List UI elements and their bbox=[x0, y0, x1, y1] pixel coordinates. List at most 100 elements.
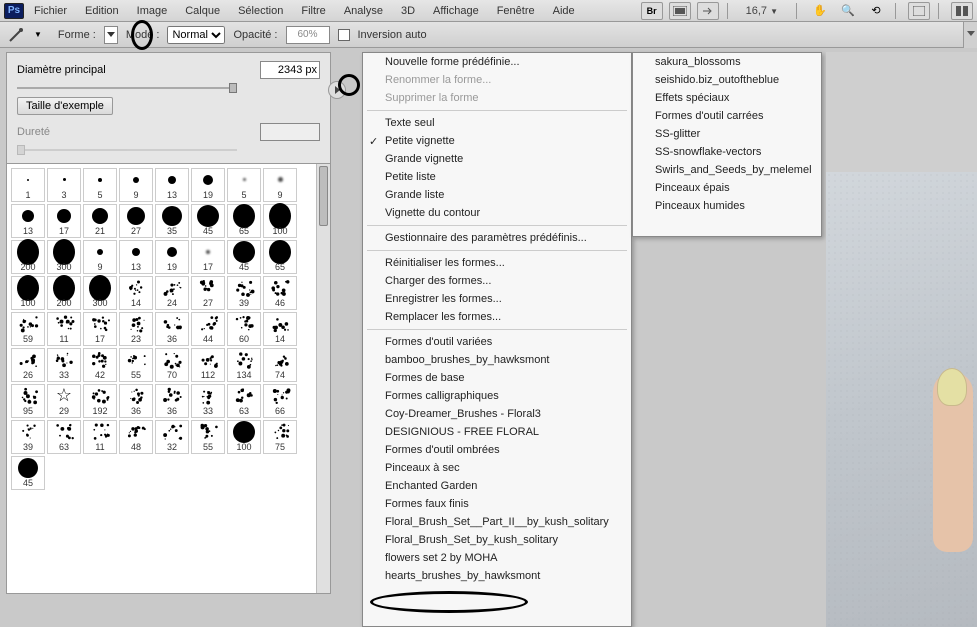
brush-preset[interactable]: 35 bbox=[155, 204, 189, 238]
menu-image[interactable]: Image bbox=[129, 3, 176, 19]
brush-picker-dropdown[interactable] bbox=[104, 26, 118, 44]
brush-preset[interactable]: 24 bbox=[155, 276, 189, 310]
brush-preset[interactable]: 14 bbox=[263, 312, 297, 346]
brush-preset[interactable]: 14 bbox=[119, 276, 153, 310]
menu-item[interactable]: ✓Petite vignette bbox=[363, 132, 631, 150]
hand-icon[interactable]: ✋ bbox=[809, 2, 831, 20]
brush-preset[interactable]: 11 bbox=[83, 420, 117, 454]
brush-preset[interactable]: 63 bbox=[227, 384, 261, 418]
brush-preset[interactable]: 21 bbox=[83, 204, 117, 238]
brush-preset[interactable]: 45 bbox=[11, 456, 45, 490]
brush-preset[interactable]: 9 bbox=[119, 168, 153, 202]
brush-preset[interactable]: 39 bbox=[227, 276, 261, 310]
menu-item[interactable]: Effets spéciaux bbox=[633, 89, 821, 107]
diameter-input[interactable] bbox=[260, 61, 320, 79]
menu-analyse[interactable]: Analyse bbox=[336, 3, 391, 19]
menu-item[interactable]: Petite liste bbox=[363, 168, 631, 186]
brush-preset[interactable]: 36 bbox=[155, 384, 189, 418]
inversion-checkbox[interactable] bbox=[338, 29, 350, 41]
brush-preset[interactable]: 48 bbox=[119, 420, 153, 454]
brush-preset[interactable]: 45 bbox=[227, 240, 261, 274]
brush-preset[interactable]: 17 bbox=[47, 204, 81, 238]
menu-3d[interactable]: 3D bbox=[393, 3, 423, 19]
menu-item[interactable]: Pinceaux humides bbox=[633, 197, 821, 215]
brush-preset[interactable]: 112 bbox=[191, 348, 225, 382]
brush-preset[interactable]: 13 bbox=[11, 204, 45, 238]
menu-item[interactable]: seishido.biz_outoftheblue bbox=[633, 71, 821, 89]
brush-preset[interactable]: 17 bbox=[83, 312, 117, 346]
brush-preset[interactable]: 74 bbox=[263, 348, 297, 382]
bridge-icon[interactable]: Br bbox=[641, 2, 663, 20]
brush-preset[interactable]: 42 bbox=[83, 348, 117, 382]
menu-item[interactable]: DESIGNIOUS - FREE FLORAL bbox=[363, 423, 631, 441]
brush-preset[interactable]: 100 bbox=[227, 420, 261, 454]
brush-preset[interactable]: 55 bbox=[119, 348, 153, 382]
brush-preset[interactable]: 9 bbox=[83, 240, 117, 274]
menu-item[interactable]: Formes d'outil carrées bbox=[633, 107, 821, 125]
brush-preset[interactable]: 5 bbox=[227, 168, 261, 202]
brush-preset[interactable]: 100 bbox=[11, 276, 45, 310]
menu-item[interactable]: Grande vignette bbox=[363, 150, 631, 168]
brush-preset[interactable]: ☆29 bbox=[47, 384, 81, 418]
workspace-switcher-icon[interactable] bbox=[963, 22, 977, 48]
brush-preset[interactable]: 65 bbox=[227, 204, 261, 238]
menu-item[interactable]: hearts_brushes_by_hawksmont bbox=[363, 567, 631, 585]
diameter-slider[interactable] bbox=[17, 87, 237, 89]
menu-item[interactable]: Formes d'outil ombrées bbox=[363, 441, 631, 459]
brush-preset[interactable]: 33 bbox=[191, 384, 225, 418]
menu-item[interactable]: Formes d'outil variées bbox=[363, 333, 631, 351]
menu-item[interactable]: Gestionnaire des paramètres prédéfinis..… bbox=[363, 229, 631, 247]
brush-preset[interactable]: 33 bbox=[47, 348, 81, 382]
menu-item[interactable]: sakura_blossoms bbox=[633, 53, 821, 71]
brush-preset[interactable]: 200 bbox=[47, 276, 81, 310]
brush-preset[interactable]: 55 bbox=[191, 420, 225, 454]
brush-preset[interactable]: 45 bbox=[191, 204, 225, 238]
arrange-icon[interactable] bbox=[951, 2, 973, 20]
zoom-value[interactable]: 16,7 ▼ bbox=[746, 5, 778, 17]
brush-preset[interactable]: 23 bbox=[119, 312, 153, 346]
arrow-icon[interactable] bbox=[697, 2, 719, 20]
brush-preset[interactable]: 134 bbox=[227, 348, 261, 382]
brush-preset[interactable]: 13 bbox=[155, 168, 189, 202]
brush-preset[interactable]: 5 bbox=[83, 168, 117, 202]
sample-size-button[interactable]: Taille d'exemple bbox=[17, 97, 113, 115]
document-canvas[interactable] bbox=[826, 52, 977, 627]
menu-item[interactable]: Réinitialiser les formes... bbox=[363, 254, 631, 272]
brush-preset[interactable]: 300 bbox=[47, 240, 81, 274]
opacity-value[interactable] bbox=[286, 26, 330, 44]
brush-preset[interactable]: 19 bbox=[155, 240, 189, 274]
brush-preset[interactable]: 46 bbox=[263, 276, 297, 310]
menu-item[interactable]: SS-glitter bbox=[633, 125, 821, 143]
menu-filtre[interactable]: Filtre bbox=[293, 3, 333, 19]
menu-item[interactable]: Remplacer les formes... bbox=[363, 308, 631, 326]
menu-item[interactable]: Floral_Brush_Set__Part_II__by_kush_solit… bbox=[363, 513, 631, 531]
menu-item[interactable]: Swirls_and_Seeds_by_melemel bbox=[633, 161, 821, 179]
brush-preset[interactable]: 32 bbox=[155, 420, 189, 454]
menu-sélection[interactable]: Sélection bbox=[230, 3, 291, 19]
brush-preset[interactable]: 36 bbox=[119, 384, 153, 418]
brush-preset[interactable]: 192 bbox=[83, 384, 117, 418]
menu-item[interactable]: Formes faux finis bbox=[363, 495, 631, 513]
menu-item[interactable]: SS-snowflake-vectors bbox=[633, 143, 821, 161]
brush-preset[interactable]: 75 bbox=[263, 420, 297, 454]
brush-preset[interactable]: 36 bbox=[155, 312, 189, 346]
zoom-icon[interactable]: 🔍 bbox=[837, 2, 859, 20]
brush-scrollbar[interactable] bbox=[316, 164, 330, 593]
menu-item[interactable]: Texte seul bbox=[363, 114, 631, 132]
brush-preset[interactable]: 11 bbox=[47, 312, 81, 346]
menu-item[interactable]: Vignette du contour bbox=[363, 204, 631, 222]
brush-preset[interactable]: 39 bbox=[11, 420, 45, 454]
tool-icon[interactable] bbox=[8, 27, 26, 43]
brush-preset[interactable]: 95 bbox=[11, 384, 45, 418]
menu-edition[interactable]: Edition bbox=[77, 3, 127, 19]
brush-preset[interactable]: 60 bbox=[227, 312, 261, 346]
brush-preset[interactable]: 3 bbox=[47, 168, 81, 202]
brush-preset[interactable]: 300 bbox=[83, 276, 117, 310]
menu-calque[interactable]: Calque bbox=[177, 3, 228, 19]
menu-item[interactable]: Enchanted Garden bbox=[363, 477, 631, 495]
brush-preset[interactable]: 27 bbox=[119, 204, 153, 238]
brush-preset[interactable]: 200 bbox=[11, 240, 45, 274]
menu-fenêtre[interactable]: Fenêtre bbox=[489, 3, 543, 19]
menu-item[interactable]: Floral_Brush_Set_by_kush_solitary bbox=[363, 531, 631, 549]
brush-preset[interactable]: 63 bbox=[47, 420, 81, 454]
